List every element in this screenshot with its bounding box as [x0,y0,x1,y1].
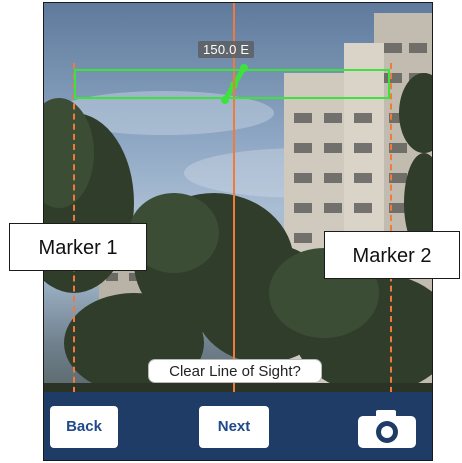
bottom-toolbar: Back Next [44,392,432,460]
marker-1-label: Marker 1 [9,223,147,271]
camera-icon [358,410,416,448]
screen: 150.0 E Clear Line of Sight? Back Next M… [0,0,462,463]
heading-readout: 150.0 E [198,41,255,58]
target-frame [74,69,390,99]
camera-button[interactable] [356,406,418,450]
back-button[interactable]: Back [50,406,118,448]
marker-2-label: Marker 2 [324,231,460,279]
next-button[interactable]: Next [199,406,269,448]
line-of-sight-prompt[interactable]: Clear Line of Sight? [148,359,322,383]
